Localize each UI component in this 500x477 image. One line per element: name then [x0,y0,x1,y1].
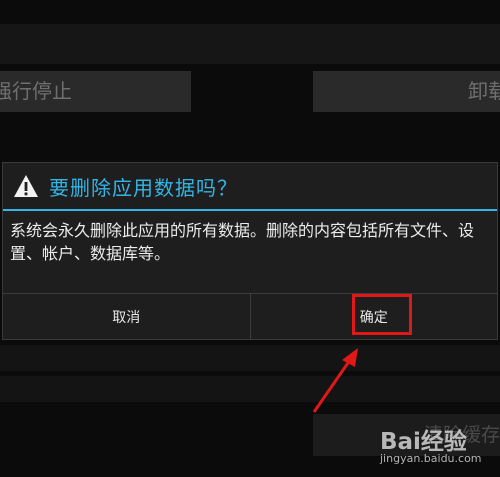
uninstall-button[interactable]: 卸载 [313,71,500,112]
cancel-button[interactable]: 取消 [3,294,250,340]
annotation-arrow-icon [312,348,358,413]
warning-icon [13,174,39,198]
delete-data-dialog: 要删除应用数据吗？ 系统会永久删除此应用的所有数据。删除的内容包括所有文件、设置… [2,162,498,340]
header-bar [0,24,500,64]
uninstall-label: 卸载 [468,79,500,103]
watermark-url: jingyan.baidu.com [380,452,482,465]
highlight-box [352,294,412,335]
force-stop-button[interactable]: 强行停止 [0,71,191,112]
dialog-title: 要删除应用数据吗？ [49,175,238,200]
background-row [0,345,500,371]
dialog-header: 要删除应用数据吗？ [3,163,497,209]
background-row [0,376,500,402]
watermark: Bai经验 jingyan.baidu.com [380,420,498,470]
watermark-logo: Bai经验 [380,429,467,455]
dialog-message: 系统会永久删除此应用的所有数据。删除的内容包括所有文件、设置、帐户、数据库等。 [10,221,475,263]
dialog-title-divider [3,209,497,211]
dialog-button-bar: 取消 确定 [3,293,497,340]
